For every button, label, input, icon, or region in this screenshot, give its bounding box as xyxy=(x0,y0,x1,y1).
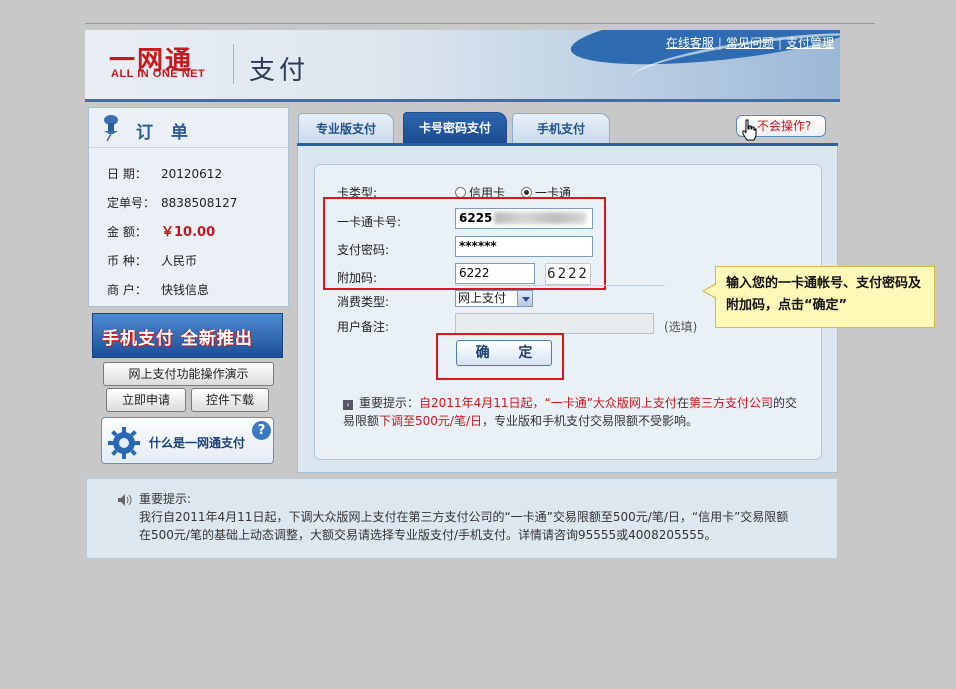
notice-panel: 重要提示: 我行自2011年4月11日起，下调大众版网上支付在第三方支付公司的“… xyxy=(86,478,838,559)
what-is-button[interactable]: ? 什么是一网通支付 xyxy=(101,417,274,464)
download-button[interactable]: 控件下载 xyxy=(191,388,269,412)
page-title: 支付 xyxy=(249,56,310,86)
apply-button[interactable]: 立即申请 xyxy=(106,388,186,412)
site-header: 一网通 ALL IN ONE NET 支付 在线客服 | 常见问题 | 支付管理 xyxy=(85,30,840,102)
remark-hint: (选填) xyxy=(664,320,698,334)
notice-body: 我行自2011年4月11日起，下调大众版网上支付在第三方支付公司的“一卡通”交易… xyxy=(139,510,789,542)
tab-mobile[interactable]: 手机支付 xyxy=(512,113,610,144)
consume-type-label: 消费类型: xyxy=(337,295,390,309)
notice-title: 重要提示: xyxy=(139,492,192,506)
speaker-icon xyxy=(118,494,132,506)
consume-type-select[interactable]: 网上支付 xyxy=(455,290,533,307)
order-row-amount: 金 额： ￥10.00 xyxy=(107,225,216,240)
help-button[interactable]: 不会操作? xyxy=(736,115,826,141)
question-icon: ? xyxy=(252,421,271,440)
important-tip: › 重要提示：自2011年4月11日起，“一卡通”大众版网上支付在第三方支付公司的… xyxy=(343,396,797,428)
order-title: 订 单 xyxy=(136,123,194,143)
header-links: 在线客服 | 常见问题 | 支付管理 xyxy=(665,36,834,50)
gear-icon xyxy=(108,427,140,459)
chevron-down-icon[interactable] xyxy=(517,290,533,307)
order-row-date: 日 期： 20120612 xyxy=(107,167,223,181)
mobile-pay-banner[interactable]: 手机支付 全新推出 xyxy=(92,313,283,358)
remark-input[interactable] xyxy=(455,313,654,334)
pushpin-icon xyxy=(104,115,118,142)
hand-cursor-icon xyxy=(742,119,757,141)
what-is-label: 什么是一网通支付 xyxy=(149,436,246,450)
order-row-merchant: 商 户： 快钱信息 xyxy=(107,283,210,297)
confirm-button[interactable]: 确 定 xyxy=(456,340,552,366)
tab-professional[interactable]: 专业版支付 xyxy=(298,113,394,144)
order-panel: 订 单 日 期： 20120612 定单号： 8838508127 金 额： ￥10.… xyxy=(88,107,289,307)
instruction-callout: 输入您的一卡通帐号、支付密码及附加码，点击“确定” xyxy=(702,266,935,328)
arrow-icon: › xyxy=(343,400,353,410)
order-row-currency: 币 种： 人民币 xyxy=(107,254,198,268)
logo-subtitle: ALL IN ONE NET xyxy=(111,68,206,80)
link-faq[interactable]: 常见问题 xyxy=(726,36,774,50)
link-payment-management[interactable]: 支付管理 xyxy=(786,36,834,50)
link-online-service[interactable]: 在线客服 xyxy=(666,36,714,50)
highlight-box xyxy=(323,197,606,290)
top-divider xyxy=(85,23,875,24)
order-row-number: 定单号： 8838508127 xyxy=(107,196,238,210)
demo-button[interactable]: 网上支付功能操作演示 xyxy=(103,362,274,386)
tab-card-password[interactable]: 卡号密码支付 xyxy=(403,112,507,144)
remark-label: 用户备注: xyxy=(337,320,390,334)
